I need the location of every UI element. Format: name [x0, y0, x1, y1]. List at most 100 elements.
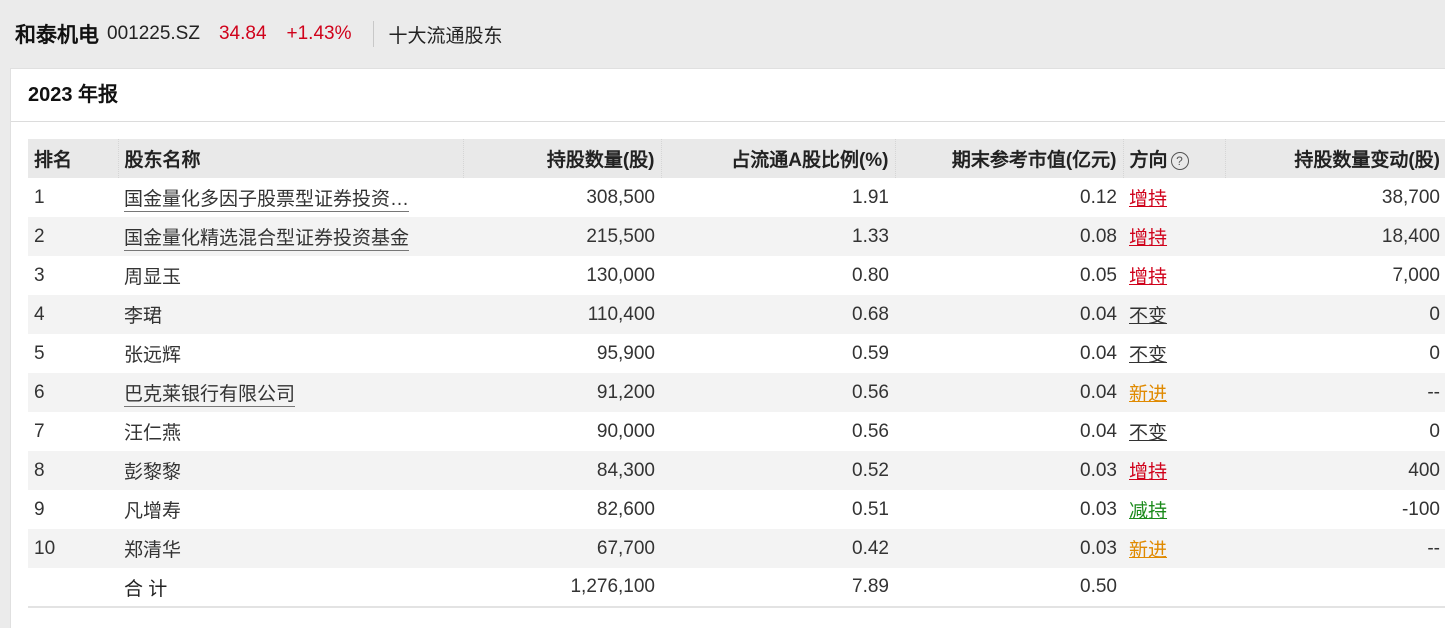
section-title: 十大流通股东 [388, 25, 503, 47]
table-row: 8 彭黎黎 84,300 0.52 0.03 增持 400 [28, 451, 1445, 490]
report-period-title: 2023 年报 [11, 69, 1445, 122]
direction-link[interactable]: 新进 [1129, 384, 1167, 405]
stock-price: 34.84 [218, 23, 267, 44]
help-icon[interactable]: ? [1170, 151, 1189, 170]
holder-name: 李珺 [124, 306, 163, 327]
shareholders-table: 排名 股东名称 持股数量(股) 占流通A股比例(%) 期末参考市值(亿元) 方向… [28, 139, 1445, 608]
change-cell: 0 [1225, 334, 1445, 373]
holder-name: 张远辉 [124, 345, 182, 366]
holder-name[interactable]: 国金量化多因子股票型证券投资… [124, 189, 410, 212]
direction-cell: 增持 [1123, 451, 1225, 490]
direction-link[interactable]: 增持 [1129, 189, 1167, 210]
col-rank: 排名 [28, 139, 118, 178]
market-value-cell: 0.03 [895, 529, 1123, 568]
shares-cell: 84,300 [463, 451, 661, 490]
holder-name: 凡增寿 [124, 501, 182, 522]
direction-link[interactable]: 不变 [1129, 306, 1167, 327]
shares-cell: 215,500 [463, 217, 661, 256]
market-value-cell: 0.04 [895, 412, 1123, 451]
direction-link[interactable]: 新进 [1129, 540, 1167, 561]
direction-cell: 增持 [1123, 256, 1225, 295]
rank-cell: 7 [28, 412, 118, 451]
ratio-cell: 0.56 [661, 373, 895, 412]
holder-name: 郑清华 [124, 540, 182, 561]
direction-link[interactable]: 减持 [1129, 501, 1167, 522]
holder-name: 汪仁燕 [124, 423, 182, 444]
table-row: 10 郑清华 67,700 0.42 0.03 新进 -- [28, 529, 1445, 568]
direction-link[interactable]: 不变 [1129, 423, 1167, 444]
direction-link[interactable]: 增持 [1129, 267, 1167, 288]
table-row: 2 国金量化精选混合型证券投资基金 215,500 1.33 0.08 增持 18,400 [28, 217, 1445, 256]
rank-cell: 1 [28, 178, 118, 217]
holder-cell: 国金量化精选混合型证券投资基金 [118, 217, 463, 256]
market-value-cell: 0.04 [895, 334, 1123, 373]
total-direction-cell [1123, 568, 1225, 608]
col-ratio: 占流通A股比例(%) [660, 139, 895, 178]
holder-name[interactable]: 国金量化精选混合型证券投资基金 [124, 228, 410, 251]
direction-link[interactable]: 增持 [1129, 228, 1167, 249]
market-value-cell: 0.04 [895, 373, 1123, 412]
total-change-cell [1225, 568, 1445, 608]
change-cell: 38,700 [1225, 178, 1445, 217]
total-ratio: 7.89 [661, 568, 895, 608]
change-cell: -- [1225, 529, 1445, 568]
direction-link[interactable]: 增持 [1129, 462, 1167, 483]
market-value-cell: 0.12 [895, 178, 1123, 217]
ratio-cell: 0.68 [661, 295, 895, 334]
table-row: 9 凡增寿 82,600 0.51 0.03 减持 -100 [28, 490, 1445, 529]
rank-cell: 6 [28, 373, 118, 412]
shares-cell: 67,700 [463, 529, 661, 568]
total-row: 合 计 1,276,100 7.89 0.50 [28, 568, 1445, 608]
ratio-cell: 0.51 [661, 490, 895, 529]
holder-name: 周显玉 [124, 267, 182, 288]
direction-link[interactable]: 不变 [1129, 345, 1167, 366]
rank-cell: 9 [28, 490, 118, 529]
market-value-cell: 0.04 [895, 295, 1123, 334]
ratio-cell: 1.33 [661, 217, 895, 256]
shares-cell: 82,600 [463, 490, 661, 529]
total-rank-cell [28, 568, 118, 608]
table-header-row: 排名 股东名称 持股数量(股) 占流通A股比例(%) 期末参考市值(亿元) 方向… [28, 139, 1445, 178]
holder-cell: 国金量化多因子股票型证券投资… [118, 178, 463, 217]
col-market-value: 期末参考市值(亿元) [894, 139, 1123, 178]
holder-cell: 郑清华 [118, 529, 463, 568]
col-holder: 股东名称 [117, 139, 463, 178]
market-value-cell: 0.05 [895, 256, 1123, 295]
direction-cell: 不变 [1123, 412, 1225, 451]
direction-cell: 不变 [1123, 334, 1225, 373]
ratio-cell: 0.42 [661, 529, 895, 568]
stock-name[interactable]: 和泰机电 [15, 19, 99, 49]
direction-cell: 新进 [1123, 373, 1225, 412]
ratio-cell: 0.56 [661, 412, 895, 451]
direction-cell: 减持 [1123, 490, 1225, 529]
table-row: 6 巴克莱银行有限公司 91,200 0.56 0.04 新进 -- [28, 373, 1445, 412]
rank-cell: 4 [28, 295, 118, 334]
report-panel: 2023 年报 排名 股东名称 持股数量(股) 占流通A股比例(%) 期末参考市… [10, 68, 1445, 628]
holder-cell: 李珺 [118, 295, 463, 334]
direction-cell: 增持 [1123, 217, 1225, 256]
holder-cell: 巴克莱银行有限公司 [118, 373, 463, 412]
col-direction: 方向? [1122, 139, 1225, 178]
table-row: 5 张远辉 95,900 0.59 0.04 不变 0 [28, 334, 1445, 373]
col-shares: 持股数量(股) [462, 139, 661, 178]
change-cell: 0 [1225, 412, 1445, 451]
stock-header: 和泰机电 001225.SZ 34.84 +1.43% 十大流通股东 [0, 0, 1445, 68]
holder-name[interactable]: 巴克莱银行有限公司 [124, 384, 296, 407]
ratio-cell: 0.80 [661, 256, 895, 295]
total-market-value: 0.50 [895, 568, 1123, 608]
direction-cell: 不变 [1123, 295, 1225, 334]
ratio-cell: 1.91 [661, 178, 895, 217]
table-row: 4 李珺 110,400 0.68 0.04 不变 0 [28, 295, 1445, 334]
change-cell: 7,000 [1225, 256, 1445, 295]
rank-cell: 3 [28, 256, 118, 295]
change-cell: 0 [1225, 295, 1445, 334]
col-direction-label: 方向 [1129, 150, 1168, 171]
table-row: 3 周显玉 130,000 0.80 0.05 增持 7,000 [28, 256, 1445, 295]
rank-cell: 5 [28, 334, 118, 373]
holder-cell: 周显玉 [118, 256, 463, 295]
stock-code: 001225.SZ [107, 23, 200, 44]
market-value-cell: 0.03 [895, 451, 1123, 490]
stock-change: +1.43% [286, 23, 352, 44]
shares-cell: 308,500 [463, 178, 661, 217]
change-cell: -- [1225, 373, 1445, 412]
